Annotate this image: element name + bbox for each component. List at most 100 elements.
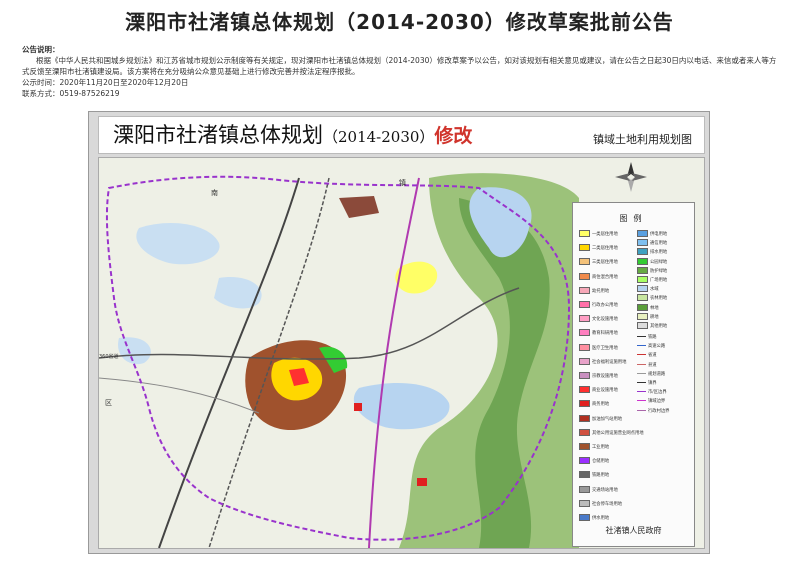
legend-item-left: 社会福利设施用地 (579, 357, 627, 366)
legend-item-left-swatch (579, 443, 590, 450)
legend-line-item-swatch (637, 400, 646, 402)
legend-item-left-swatch (579, 329, 590, 337)
legend-item-right-label: 防护绿地 (650, 268, 668, 274)
notice-heading: 公告说明： (22, 45, 60, 54)
legend-line-item-label: 省道 (648, 353, 657, 359)
place-label-north: 南 (211, 189, 218, 197)
legend-item-right-label: 供电用地 (650, 232, 668, 237)
legend-item-left-swatch (579, 386, 590, 394)
legend-item-right-swatch (637, 266, 648, 274)
legend-line-item: 规划道路 (637, 371, 665, 379)
site-2 (417, 478, 427, 486)
map-title: 溧阳市社渚镇总体规划（2014-2030）修改 (113, 119, 472, 149)
legend-item-left: 其他公用设施营业网点用地 (579, 428, 644, 437)
legend-line-item-swatch (637, 409, 646, 411)
legend-item-right-label: 其他用地 (650, 324, 668, 329)
legend-item-right-label: 公园绿地 (650, 259, 668, 265)
place-label-town: 镇 (399, 179, 406, 187)
legend-item-left: 加油加气站用地 (579, 414, 623, 423)
legend-item-left: 幼托用地 (579, 286, 610, 295)
legend-item-left-swatch (579, 485, 590, 493)
map-title-years: （2014-2030） (323, 128, 435, 146)
legend-item-right: 通信用地 (637, 239, 667, 247)
legend-item-left-label: 行政办公用地 (592, 303, 618, 308)
legend-item-right-swatch (637, 257, 648, 265)
legend-item-left: 仓储用地 (579, 457, 609, 465)
notice-period: 公示时间：2020年11月20日至2020年12月20日 (22, 78, 189, 87)
legend-item-right-swatch (637, 248, 648, 256)
legend-item-right-swatch (637, 294, 648, 302)
legend-item-right-swatch (637, 303, 648, 311)
legend-item-right-swatch (637, 276, 648, 283)
legend-item-left-label: 其他公用设施营业网点用地 (592, 430, 644, 436)
legend-line-item: 省道 (637, 352, 657, 360)
legend-item-left: 教育科研用地 (579, 329, 618, 337)
legend-item-left-label: 一类居住用地 (592, 232, 618, 237)
legend-item-left-label: 供水用地 (592, 516, 610, 521)
legend-item-right-label: 耕地 (650, 314, 659, 320)
legend-line-item-swatch (637, 345, 646, 347)
north-arrow-icon (613, 160, 649, 194)
legend-item-left-label: 加油加气站用地 (592, 416, 623, 422)
legend-item-right: 耕地 (637, 312, 659, 321)
legend-item-left-swatch (579, 471, 590, 479)
legend-item-right-swatch (637, 312, 648, 320)
legend-item-right-label: 排水用地 (650, 250, 668, 256)
legend-line-item-label: 县道 (648, 362, 657, 368)
legend-item-left-swatch (579, 514, 590, 521)
legend-line-item-swatch (637, 336, 646, 337)
legend-item-left: 文化设施用地 (579, 315, 618, 323)
legend-line-item-label: 镇域边界 (648, 399, 666, 405)
legend-item-left-swatch (579, 286, 590, 294)
map-title-revision: 修改 (434, 125, 473, 147)
map-subtitle: 镇域土地利用规划图 (593, 133, 692, 146)
legend-item-right-label: 水域 (650, 287, 659, 293)
legend-item-left: 商务用地 (579, 400, 609, 408)
legend-item-left-label: 仓储用地 (592, 459, 610, 465)
legend-item-left-swatch (579, 357, 590, 365)
legend-line-item: 镇界 (637, 380, 657, 388)
legend-line-item-swatch (637, 382, 646, 383)
place-label-west: 区 (105, 399, 112, 407)
legend-line-item-label: 市/区边界 (648, 390, 667, 396)
notice-block: 公告说明： 根据《中华人民共和国城乡规划法》和江苏省城市规划公示制度等有关规定，… (22, 44, 782, 99)
legend-line-item-swatch (637, 363, 646, 365)
legend-item-left-label: 交通场站用地 (592, 487, 618, 493)
legend-item-left: 商住混合用地 (579, 272, 618, 281)
legend-item-left-swatch (579, 428, 590, 436)
legend-item-left-swatch (579, 414, 590, 422)
legend-item-left-label: 三类居住用地 (592, 260, 618, 266)
legend-item-left: 社会停车场用地 (579, 499, 622, 508)
legend-line-item-label: 高速公路 (648, 344, 666, 350)
legend-item-left-label: 社会福利设施用地 (592, 359, 627, 365)
legend-item-left-label: 文化设施用地 (592, 317, 618, 323)
legend-item-left: 二类居住用地 (579, 244, 618, 252)
legend-item-left-swatch (579, 272, 590, 280)
legend-item-left: 供水用地 (579, 514, 609, 522)
legend-item-right: 排水用地 (637, 248, 667, 256)
legend-line-item-label: 行政村边界 (648, 408, 670, 414)
legend-line-item-swatch (637, 354, 646, 356)
road-label: 360省道 (99, 354, 119, 360)
notice-contact: 联系方式：0519-87526219 (22, 89, 120, 98)
legend-item-left-label: 幼托用地 (592, 288, 610, 294)
legend-item-right: 水域 (637, 285, 659, 293)
legend-item-left-label: 宗教设施用地 (592, 374, 618, 379)
legend-item-right: 林地 (637, 303, 659, 312)
map-title-banner: 溧阳市社渚镇总体规划（2014-2030）修改 镇域土地利用规划图 (98, 116, 705, 154)
legend-item-left-label: 教育科研用地 (592, 331, 618, 337)
legend-title: 图例 (619, 214, 648, 223)
legend-item-left: 交通场站用地 (579, 485, 618, 494)
legend-item-left-swatch (579, 301, 590, 308)
legend-item-right: 其他用地 (637, 322, 667, 330)
legend-line-item-label: 铁路 (648, 335, 657, 340)
legend-line-item-label: 镇界 (648, 381, 657, 386)
legend-item-left-swatch (579, 372, 590, 379)
legend-item-left-swatch (579, 400, 590, 408)
legend-item-right: 公园绿地 (637, 257, 668, 266)
legend-line-item: 县道 (637, 362, 657, 370)
legend-item-right-label: 林地 (650, 305, 659, 311)
legend-item-left: 工业用地 (579, 443, 609, 451)
legend-item-right-label: 广场用地 (650, 278, 668, 283)
legend-item-left-label: 工业用地 (592, 445, 610, 450)
